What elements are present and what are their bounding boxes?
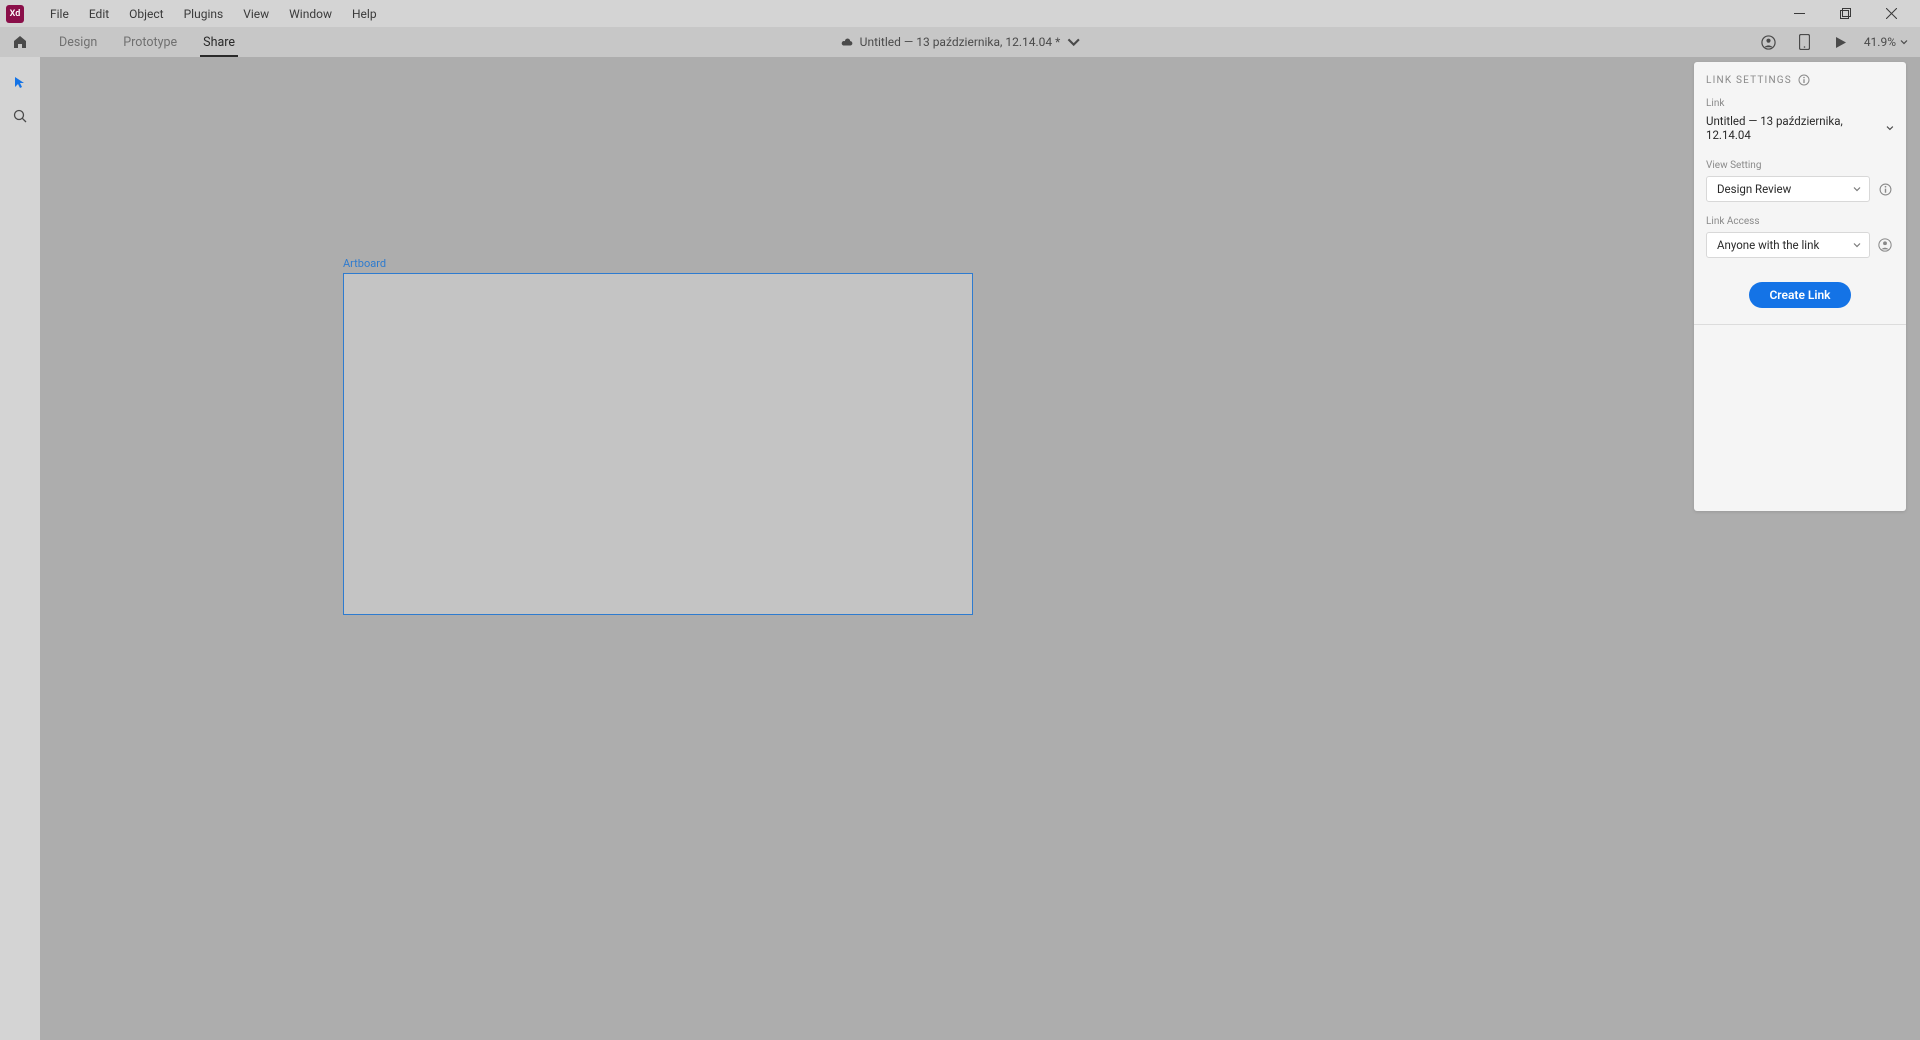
tab-design[interactable]: Design xyxy=(46,27,110,57)
create-link-button[interactable]: Create Link xyxy=(1749,282,1850,308)
app-logo: Xd xyxy=(6,5,24,23)
close-button[interactable] xyxy=(1868,0,1914,27)
menu-edit[interactable]: Edit xyxy=(79,0,119,27)
zoom-value: 41.9% xyxy=(1864,35,1896,49)
left-toolbar xyxy=(0,57,40,1040)
link-access-label: Link Access xyxy=(1706,216,1894,227)
artboard[interactable] xyxy=(343,273,973,615)
chevron-down-icon xyxy=(1853,241,1861,249)
link-access-value: Anyone with the link xyxy=(1717,238,1819,252)
menu-bar: Xd File Edit Object Plugins View Window … xyxy=(0,0,1920,27)
panel-section-link: Link Untitled — 13 października, 12.14.0… xyxy=(1694,94,1906,156)
access-settings-button[interactable] xyxy=(1876,236,1894,254)
chevron-down-icon xyxy=(1900,38,1908,46)
menu-help[interactable]: Help xyxy=(342,0,387,27)
view-setting-label: View Setting xyxy=(1706,160,1894,171)
zoom-tool[interactable] xyxy=(4,101,36,131)
panel-bottom-spacer xyxy=(1694,325,1906,511)
minimize-icon xyxy=(1794,8,1805,19)
link-dropdown[interactable]: Untitled — 13 października, 12.14.04 xyxy=(1706,114,1894,146)
home-icon xyxy=(12,34,28,50)
menu-plugins[interactable]: Plugins xyxy=(174,0,234,27)
sub-header: Design Prototype Share Untitled — 13 paź… xyxy=(0,27,1920,57)
menu-object[interactable]: Object xyxy=(119,0,173,27)
account-button[interactable] xyxy=(1752,27,1786,57)
document-title[interactable]: Untitled — 13 października, 12.14.04 * xyxy=(840,35,1081,49)
chevron-down-icon xyxy=(1886,124,1894,132)
info-icon xyxy=(1879,183,1892,196)
close-icon xyxy=(1886,8,1897,19)
minimize-button[interactable] xyxy=(1776,0,1822,27)
chevron-down-icon xyxy=(1853,185,1861,193)
link-settings-panel: LINK SETTINGS Link Untitled — 13 paździe… xyxy=(1694,62,1906,511)
menu-window[interactable]: Window xyxy=(279,0,342,27)
home-button[interactable] xyxy=(0,27,40,57)
chevron-down-icon xyxy=(1066,35,1080,49)
view-setting-info-button[interactable] xyxy=(1876,180,1894,198)
artboard-label[interactable]: Artboard xyxy=(343,257,386,270)
header-right: 41.9% xyxy=(1752,27,1920,57)
document-title-text: Untitled — 13 października, 12.14.04 * xyxy=(860,35,1061,49)
panel-header: LINK SETTINGS xyxy=(1694,62,1906,94)
play-icon xyxy=(1834,36,1847,49)
tab-prototype[interactable]: Prototype xyxy=(110,27,190,57)
menu-view[interactable]: View xyxy=(233,0,279,27)
select-icon xyxy=(14,76,27,89)
link-access-dropdown[interactable]: Anyone with the link xyxy=(1706,232,1870,258)
zoom-control[interactable]: 41.9% xyxy=(1860,35,1912,49)
cloud-icon xyxy=(840,35,854,49)
maximize-button[interactable] xyxy=(1822,0,1868,27)
canvas-area[interactable]: Artboard xyxy=(40,57,1920,1040)
menu-file[interactable]: File xyxy=(40,0,79,27)
window-controls xyxy=(1776,0,1914,27)
maximize-icon xyxy=(1840,8,1851,19)
zoom-icon xyxy=(13,109,27,123)
panel-title: LINK SETTINGS xyxy=(1706,75,1792,86)
link-field-label: Link xyxy=(1706,98,1894,109)
device-preview-button[interactable] xyxy=(1788,27,1822,57)
mode-tabs: Design Prototype Share xyxy=(46,27,248,57)
view-setting-dropdown[interactable]: Design Review xyxy=(1706,176,1870,202)
info-icon[interactable] xyxy=(1798,74,1810,86)
account-icon xyxy=(1761,35,1776,50)
account-icon xyxy=(1878,238,1892,252)
tab-share[interactable]: Share xyxy=(190,27,248,57)
panel-section-link-access: Link Access Anyone with the link xyxy=(1694,212,1906,268)
play-button[interactable] xyxy=(1824,27,1858,57)
panel-section-view-setting: View Setting Design Review xyxy=(1694,156,1906,212)
select-tool[interactable] xyxy=(4,67,36,97)
view-setting-value: Design Review xyxy=(1717,182,1791,196)
device-icon xyxy=(1799,34,1810,50)
link-value: Untitled — 13 października, 12.14.04 xyxy=(1706,114,1886,142)
